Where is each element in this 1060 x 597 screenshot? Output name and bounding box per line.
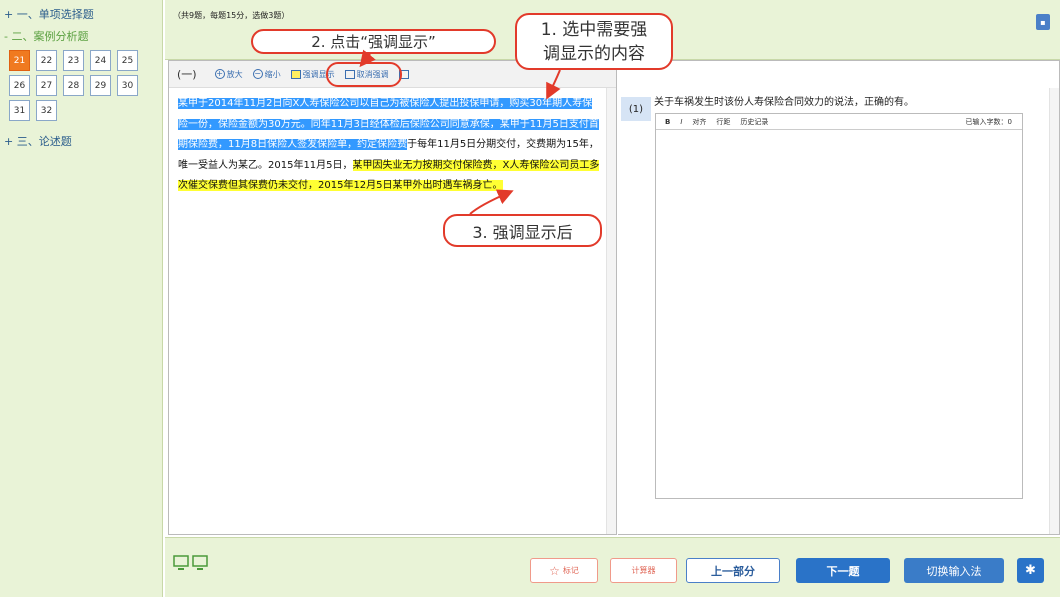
question-number-button[interactable]: 23 (63, 50, 84, 71)
callout-step-3: 3. 强调显示后 (443, 214, 602, 247)
passage-text[interactable]: 某甲于2014年11月2日向X人寿保险公司以自己为被保险人提出投保申请，购买30… (178, 94, 600, 197)
next-question-button[interactable]: 下一题 (796, 558, 890, 583)
highlight-icon (290, 69, 301, 79)
zoom-out-icon: − (252, 69, 263, 79)
zoom-out-label: 缩小 (264, 69, 281, 79)
callout-step-1-line2: 调显示的内容 (543, 43, 645, 64)
sub-question-text: 关于车祸发生时该份人寿保险合同效力的说法，正确的有。 (654, 97, 914, 108)
mark-button[interactable]: ☆ 标记 (530, 558, 598, 583)
question-number-button[interactable]: 32 (36, 100, 57, 121)
section-single-choice[interactable]: + 一、单项选择题 (0, 0, 162, 22)
answer-editor[interactable]: B I 对齐 行距 历史记录 已输入字数：0 (655, 113, 1023, 499)
history-button[interactable]: 历史记录 (740, 117, 768, 127)
section-essay[interactable]: + 三、论述题 (0, 121, 162, 149)
previous-part-button[interactable]: 上一部分 (686, 558, 780, 583)
mark-label: 标记 (562, 566, 579, 575)
calculator-button[interactable]: 计算器 (610, 558, 677, 583)
sidebar: + 一、单项选择题 - 二、案例分析题 21 22 23 24 25 26 27 28 29 30… (0, 0, 163, 597)
question-number-button[interactable]: 22 (36, 50, 57, 71)
callout-step-3-text: 3. 强调显示后 (472, 222, 573, 242)
zoom-in-button[interactable]: + 放大 (214, 69, 243, 80)
switch-input-method-button[interactable]: 切换输入法 (904, 558, 1004, 583)
switch-input-method-label: 切换输入法 (926, 564, 982, 578)
settings-button[interactable]: ✱ (1017, 558, 1044, 583)
bottom-bar: ☆ 标记 计算器 上一部分 下一题 切换输入法 ✱ (165, 537, 1060, 597)
callout-step-1: 1. 选中需要强 调显示的内容 (515, 13, 673, 70)
monitor-icon[interactable] (173, 555, 209, 571)
italic-button[interactable]: I (680, 118, 682, 126)
align-button[interactable]: 对齐 (692, 117, 706, 127)
next-question-label: 下一题 (826, 564, 860, 578)
question-number-grid: 21 22 23 24 25 26 27 28 29 30 31 32 (0, 44, 162, 121)
bold-button[interactable]: B (665, 118, 670, 126)
previous-part-label: 上一部分 (711, 564, 755, 578)
section-case-analysis[interactable]: - 二、案例分析题 (0, 22, 162, 44)
highlight-button-ring (326, 62, 402, 87)
editor-toolbar: B I 对齐 行距 历史记录 已输入字数：0 (656, 114, 1022, 130)
passage-pane: (一) + 放大 − 缩小 强调显示 取消强调 某甲于2014年11月2日向X人… (168, 60, 617, 535)
question-number-button[interactable]: 21 (9, 50, 30, 71)
line-spacing-button[interactable]: 行距 (716, 117, 730, 127)
question-number-button[interactable]: 31 (9, 100, 30, 121)
calculator-label: 计算器 (631, 566, 656, 575)
question-number-button[interactable]: 30 (117, 75, 138, 96)
question-scrollbar[interactable] (1049, 88, 1059, 534)
sub-question-number[interactable]: (1) (621, 97, 651, 121)
exam-info: （共9题，每题15分，选做3题） (173, 11, 290, 20)
zoom-in-icon: + (214, 69, 225, 79)
question-number-button[interactable]: 25 (117, 50, 138, 71)
question-number-button[interactable]: 28 (63, 75, 84, 96)
callout-step-2-text: 2. 点击“强调显示” (311, 33, 436, 51)
callout-step-1-line1: 1. 选中需要强 (540, 19, 648, 40)
question-pane: (1) 关于车祸发生时该份人寿保险合同效力的说法，正确的有。 B I 对齐 行距… (618, 60, 1060, 535)
star-icon: ☆ (549, 563, 560, 578)
question-number-button[interactable]: 26 (9, 75, 30, 96)
gear-icon: ✱ (1025, 563, 1036, 578)
callout-step-2: 2. 点击“强调显示” (251, 29, 496, 54)
question-number-button[interactable]: 24 (90, 50, 111, 71)
passage-number: (一) (177, 68, 197, 81)
collapse-icon[interactable]: ▪ (1036, 14, 1050, 30)
question-number-button[interactable]: 27 (36, 75, 57, 96)
zoom-out-button[interactable]: − 缩小 (252, 69, 281, 80)
char-count: 已输入字数：0 (965, 118, 1012, 126)
question-number-button[interactable]: 29 (90, 75, 111, 96)
zoom-in-label: 放大 (226, 69, 243, 79)
passage-scrollbar[interactable] (606, 88, 616, 534)
